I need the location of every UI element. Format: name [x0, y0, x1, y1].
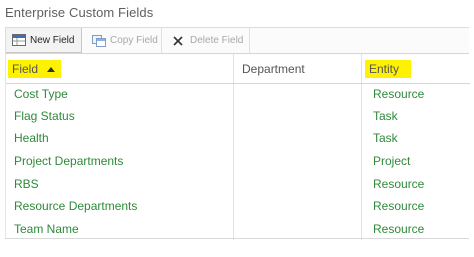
- field-name-link[interactable]: Resource Departments: [14, 195, 137, 217]
- grid-bottom-border: [5, 238, 469, 239]
- field-header-highlight: Field: [8, 59, 62, 78]
- entity-cell: Resource: [373, 199, 425, 213]
- entity-header-highlight: Entity: [365, 59, 412, 78]
- copy-field-icon: [92, 34, 106, 47]
- department-header-label: Department: [242, 61, 305, 76]
- entity-cell: Resource: [373, 222, 425, 236]
- field-name-link[interactable]: Cost Type: [14, 83, 68, 105]
- page-title: Enterprise Custom Fields: [5, 5, 154, 20]
- entity-cell: Resource: [373, 87, 425, 101]
- entity-cell: Task: [373, 109, 398, 123]
- field-name-link[interactable]: RBS: [14, 173, 39, 195]
- table-row[interactable]: Project Departments Project: [6, 150, 470, 172]
- close-icon: [172, 35, 186, 47]
- entity-cell: Task: [373, 131, 398, 145]
- field-name-link[interactable]: Health: [14, 127, 49, 149]
- field-name-link[interactable]: Team Name: [14, 218, 79, 240]
- delete-field-button[interactable]: Delete Field: [166, 28, 250, 53]
- field-header-label: Field: [12, 61, 39, 76]
- table-row[interactable]: Flag Status Task: [6, 105, 470, 127]
- sort-ascending-icon: [47, 66, 56, 72]
- field-name-link[interactable]: Project Departments: [14, 150, 123, 172]
- entity-header-label: Entity: [369, 61, 400, 76]
- entity-cell: Project: [373, 154, 411, 168]
- table-row[interactable]: Team Name Resource: [6, 218, 470, 240]
- entity-cell: Resource: [373, 177, 425, 191]
- table-row[interactable]: Resource Departments Resource: [6, 195, 470, 217]
- new-field-label: New Field: [30, 34, 75, 46]
- grid-header: Field Department Entity: [6, 54, 470, 84]
- table-row[interactable]: Health Task: [6, 127, 470, 149]
- ribbon-toolbar: New Field Copy Field Delete Field: [5, 27, 469, 53]
- new-field-button[interactable]: New Field: [6, 28, 82, 53]
- copy-field-label: Copy Field: [110, 35, 158, 46]
- copy-field-button[interactable]: Copy Field: [86, 28, 162, 53]
- field-name-link[interactable]: Flag Status: [14, 105, 75, 127]
- column-header-field[interactable]: Field: [8, 54, 62, 83]
- column-header-department[interactable]: Department: [242, 54, 305, 83]
- column-header-entity[interactable]: Entity: [365, 54, 412, 83]
- table-row[interactable]: Cost Type Resource: [6, 83, 470, 105]
- table-row[interactable]: RBS Resource: [6, 173, 470, 195]
- delete-field-label: Delete Field: [190, 35, 244, 46]
- new-field-icon: [12, 34, 26, 46]
- custom-fields-grid: Field Department Entity Cost Type Resour…: [5, 53, 470, 240]
